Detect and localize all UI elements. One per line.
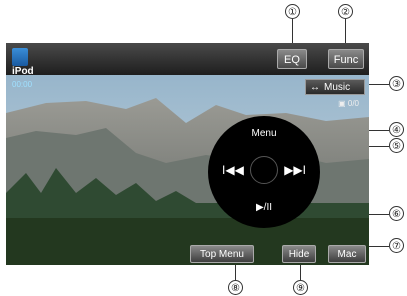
- callout-6: ⑥: [389, 206, 404, 221]
- source-indicator: iPod 00:00: [9, 48, 45, 90]
- ipod-icon: [12, 48, 28, 66]
- play-pause-button[interactable]: ▶/II: [208, 202, 320, 213]
- center-ring: [250, 156, 278, 184]
- playback-time: 00:00: [12, 80, 33, 89]
- leader-line-7: [369, 246, 389, 247]
- next-track-button[interactable]: ▶▶I: [284, 163, 306, 177]
- top-menu-button[interactable]: Top Menu: [190, 245, 254, 263]
- hide-button[interactable]: Hide: [282, 245, 316, 263]
- callout-5: ⑤: [389, 138, 404, 153]
- music-label: Music: [324, 82, 351, 93]
- top-bar: EQ Func: [6, 43, 369, 75]
- callout-2: ②: [338, 4, 353, 19]
- device-screen: EQ Func iPod 00:00 ↔ Music ▣ 0/0 Menu I◀◀…: [6, 43, 369, 265]
- leader-line-2: [345, 19, 346, 43]
- callout-7: ⑦: [389, 238, 404, 253]
- previous-track-button[interactable]: I◀◀: [222, 163, 244, 177]
- func-button[interactable]: Func: [328, 49, 364, 69]
- leader-line-3: [369, 84, 389, 85]
- leader-line-8: [235, 263, 236, 280]
- leader-line-1: [292, 19, 293, 43]
- callout-8: ⑧: [228, 280, 243, 295]
- callout-9: ⑨: [293, 280, 308, 295]
- music-toggle-button[interactable]: ↔ Music: [305, 79, 365, 95]
- control-circle: Menu I◀◀ ▶▶I ▶/II: [208, 116, 320, 228]
- eq-button[interactable]: EQ: [277, 49, 307, 69]
- callout-3: ③: [389, 76, 404, 91]
- leader-line-9: [300, 263, 301, 280]
- source-label: iPod: [12, 66, 34, 77]
- status-indicators: ▣ 0/0: [338, 99, 359, 108]
- mac-button[interactable]: Mac: [328, 245, 366, 263]
- callout-4: ④: [389, 122, 404, 137]
- callout-1: ①: [285, 4, 300, 19]
- swap-arrow-icon: ↔: [310, 82, 320, 93]
- menu-button[interactable]: Menu: [208, 128, 320, 139]
